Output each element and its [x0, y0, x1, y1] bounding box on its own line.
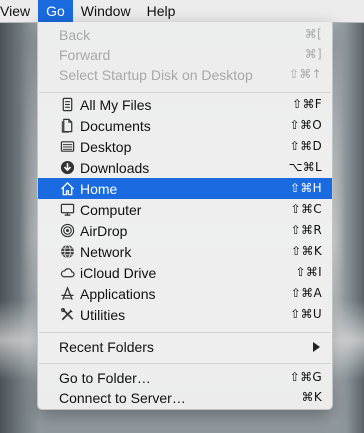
menu-item-desktop[interactable]: Desktop ⇧⌘D [38, 136, 332, 157]
desktop-icon [59, 139, 75, 155]
airdrop-icon [59, 223, 75, 239]
menu-item-shortcut: ⌘K [301, 390, 322, 404]
menu-item-label: Downloads [80, 159, 150, 176]
menu-item-label: Select Startup Disk on Desktop [59, 66, 253, 83]
menu-help[interactable]: Help [139, 0, 184, 22]
menu-item-connect-to-server[interactable]: Connect to Server… ⌘K [38, 387, 332, 408]
menu-separator [39, 332, 331, 333]
network-icon [59, 244, 75, 260]
menu-view[interactable]: View [0, 0, 38, 22]
menu-item-label: Applications [80, 285, 156, 302]
menu-item-label: All My Files [80, 96, 152, 113]
menu-item-label: Home [80, 180, 118, 197]
menu-item-shortcut: ⇧⌘D [289, 139, 322, 153]
menu-item-shortcut: ⇧⌘R [290, 223, 322, 237]
downloads-icon [59, 160, 75, 176]
menu-item-label: Go to Folder… [59, 369, 151, 386]
menu-item-back[interactable]: Back ⌘[ [38, 24, 332, 45]
menu-item-documents[interactable]: Documents ⇧⌘O [38, 115, 332, 136]
menu-item-shortcut: ⌘] [304, 47, 322, 61]
go-menu: Back ⌘[ Forward ⌘] Select Startup Disk o… [37, 22, 333, 410]
menu-item-shortcut: ⌘[ [304, 27, 322, 41]
menu-item-all-my-files[interactable]: All My Files ⇧⌘F [38, 94, 332, 115]
menu-item-label: Connect to Server… [59, 389, 186, 406]
menu-item-shortcut: ⇧⌘A [290, 286, 322, 300]
submenu-arrow-icon [313, 342, 320, 352]
menu-item-shortcut: ⇧⌘H [290, 181, 322, 195]
menu-item-home[interactable]: Home ⇧⌘H [38, 178, 332, 199]
menu-item-label: Documents [80, 117, 151, 134]
menu-item-shortcut: ⇧⌘O [289, 118, 322, 132]
menu-separator [39, 92, 331, 93]
icloud-icon [59, 265, 75, 281]
menu-item-utilities[interactable]: Utilities ⇧⌘U [38, 304, 332, 325]
menu-item-downloads[interactable]: Downloads ⌥⌘L [38, 157, 332, 178]
menu-item-label: Network [80, 243, 132, 260]
menu-item-forward[interactable]: Forward ⌘] [38, 44, 332, 65]
utilities-icon [59, 307, 75, 323]
menu-item-shortcut: ⇧⌘G [289, 370, 322, 384]
computer-icon [59, 202, 75, 218]
menu-window[interactable]: Window [73, 0, 139, 22]
menu-item-label: Utilities [80, 306, 126, 323]
menu-item-label: iCloud Drive [80, 264, 157, 281]
menu-item-computer[interactable]: Computer ⇧⌘C [38, 199, 332, 220]
menu-item-icloud-drive[interactable]: iCloud Drive ⇧⌘I [38, 262, 332, 283]
menu-item-label: Computer [80, 201, 142, 218]
menu-item-shortcut: ⇧⌘K [291, 244, 322, 258]
menu-item-go-to-folder[interactable]: Go to Folder… ⇧⌘G [38, 367, 332, 388]
menu-item-network[interactable]: Network ⇧⌘K [38, 241, 332, 262]
menu-item-shortcut: ⇧⌘C [290, 202, 322, 216]
menu-item-label: AirDrop [80, 222, 128, 239]
home-icon [59, 181, 75, 197]
menu-item-applications[interactable]: Applications ⇧⌘A [38, 283, 332, 304]
menu-item-shortcut: ⇧⌘I [295, 265, 322, 279]
menu-go[interactable]: Go [38, 0, 73, 22]
menu-item-label: Recent Folders [59, 338, 154, 355]
menu-item-label: Back [59, 26, 91, 43]
menu-item-shortcut: ⇧⌘U [290, 307, 322, 321]
menu-separator [39, 363, 331, 364]
documents-icon [59, 118, 75, 134]
menu-item-shortcut: ⌥⌘L [288, 160, 322, 174]
menu-bar: View Go Window Help [0, 0, 364, 23]
menu-item-label: Forward [59, 46, 111, 63]
all-my-files-icon [59, 97, 75, 113]
menu-item-recent-folders[interactable]: Recent Folders [38, 336, 332, 357]
menu-item-airdrop[interactable]: AirDrop ⇧⌘R [38, 220, 332, 241]
applications-icon [59, 286, 75, 302]
menu-item-label: Desktop [80, 138, 132, 155]
menu-item-shortcut: ⇧⌘↑ [288, 67, 322, 81]
menu-item-shortcut: ⇧⌘F [292, 97, 322, 111]
menu-item-select-startup-disk[interactable]: Select Startup Disk on Desktop ⇧⌘↑ [38, 64, 332, 85]
